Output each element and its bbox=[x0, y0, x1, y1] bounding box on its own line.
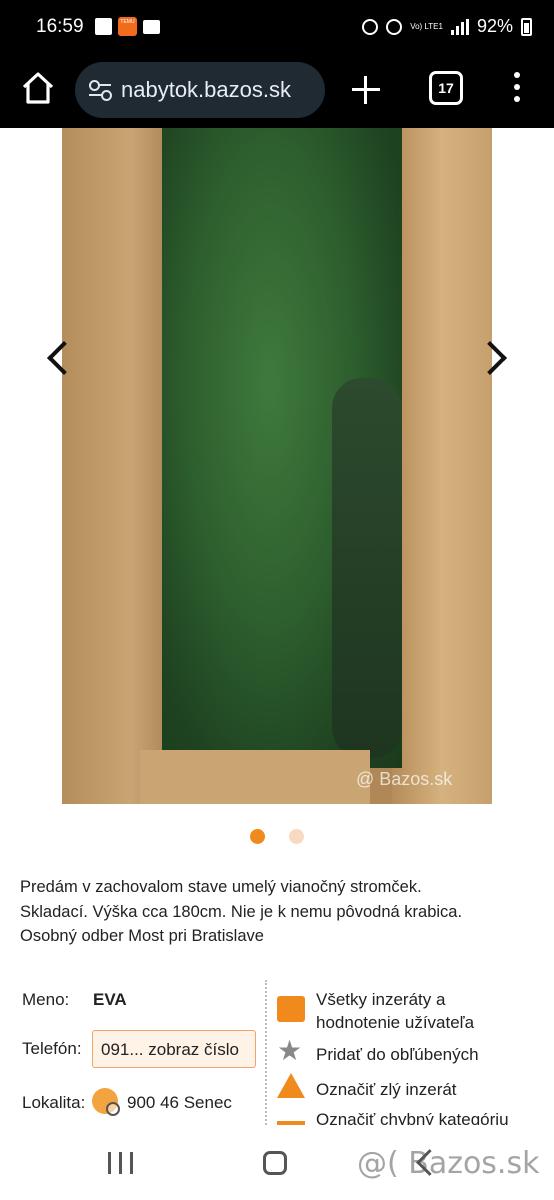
folder-notification-icon bbox=[143, 19, 160, 34]
bazos-watermark: @( Bazos.sk bbox=[357, 1146, 540, 1181]
star-icon[interactable]: ★ bbox=[277, 1037, 305, 1065]
previous-photo-icon[interactable] bbox=[44, 338, 72, 380]
show-phone-button[interactable]: 091... zobraz číslo bbox=[92, 1030, 256, 1068]
report-category-link[interactable]: Označiť chybný kategóriu bbox=[316, 1108, 546, 1125]
column-divider bbox=[265, 980, 267, 1125]
all-ads-line2[interactable]: hodnotenie užívateľa bbox=[316, 1011, 546, 1034]
status-system-icons: Vo) LTE1 92% bbox=[362, 16, 532, 37]
name-label: Meno: bbox=[22, 990, 70, 1009]
gallery-dot-active[interactable] bbox=[250, 829, 265, 844]
all-ads-link[interactable]: Všetky inzeráty a hodnotenie užívateľa bbox=[316, 988, 546, 1034]
status-notification-icons: TEMU bbox=[95, 17, 160, 36]
next-photo-icon[interactable] bbox=[478, 338, 506, 380]
site-settings-icon[interactable] bbox=[85, 75, 115, 105]
phone-label: Telefón: bbox=[22, 1039, 82, 1058]
warning-icon[interactable] bbox=[277, 1073, 305, 1098]
battery-percent: 92% bbox=[476, 16, 513, 36]
new-tab-button[interactable] bbox=[350, 74, 382, 106]
browser-toolbar: nabytok.bazos.sk 17 bbox=[0, 54, 554, 128]
more-options-icon[interactable] bbox=[508, 72, 526, 108]
all-ads-line1[interactable]: Všetky inzeráty a bbox=[316, 988, 546, 1011]
add-favorite-link[interactable]: Pridať do obľúbených bbox=[316, 1043, 546, 1066]
cardboard-right bbox=[392, 128, 492, 804]
signal-icon bbox=[450, 18, 469, 35]
location-label: Lokalita: bbox=[22, 1093, 86, 1112]
battery-icon bbox=[521, 17, 532, 36]
gallery-dot[interactable] bbox=[289, 829, 304, 844]
address-bar[interactable]: nabytok.bazos.sk bbox=[75, 62, 325, 118]
description-line: Predám v zachovalom stave umelý vianočný… bbox=[20, 878, 422, 896]
gallery-notification-icon bbox=[95, 18, 112, 35]
alarm-icon bbox=[386, 18, 403, 35]
report-ad-link[interactable]: Označiť zlý inzerát bbox=[316, 1078, 546, 1101]
url-text[interactable]: nabytok.bazos.sk bbox=[121, 77, 321, 103]
status-time: 16:59 bbox=[36, 16, 84, 37]
status-bar: 16:59 TEMU Vo) LTE1 92% bbox=[0, 0, 554, 54]
listing-photo[interactable]: @ Bazos.sk bbox=[62, 128, 492, 804]
location-value[interactable]: 900 46 Senec bbox=[127, 1093, 232, 1113]
home-icon bbox=[22, 72, 54, 104]
home-nav-button[interactable] bbox=[263, 1151, 287, 1175]
seller-name: EVA bbox=[93, 990, 127, 1009]
description-line: Skladací. Výška cca 180cm. Nie je k nemu… bbox=[20, 902, 463, 921]
network-type: Vo) LTE1 bbox=[410, 21, 443, 31]
user-card-icon[interactable] bbox=[277, 996, 305, 1022]
cardboard-left bbox=[62, 128, 177, 804]
system-nav-bar: @( Bazos.sk bbox=[0, 1125, 554, 1200]
sync-icon bbox=[362, 18, 379, 35]
home-button[interactable] bbox=[18, 68, 58, 108]
recent-apps-button[interactable] bbox=[108, 1152, 134, 1174]
cardboard-bottom bbox=[140, 750, 370, 804]
tab-switcher-button[interactable]: 17 bbox=[429, 71, 463, 105]
description-line: Osobný odber Most pri Bratislave bbox=[20, 927, 264, 945]
listing-description: Predám v zachovalom stave umelý vianočný… bbox=[20, 875, 540, 949]
photo-watermark: @ Bazos.sk bbox=[356, 769, 453, 789]
temu-notification-icon: TEMU bbox=[118, 17, 137, 36]
location-search-icon[interactable] bbox=[92, 1088, 120, 1116]
tree-trunk bbox=[332, 378, 402, 758]
